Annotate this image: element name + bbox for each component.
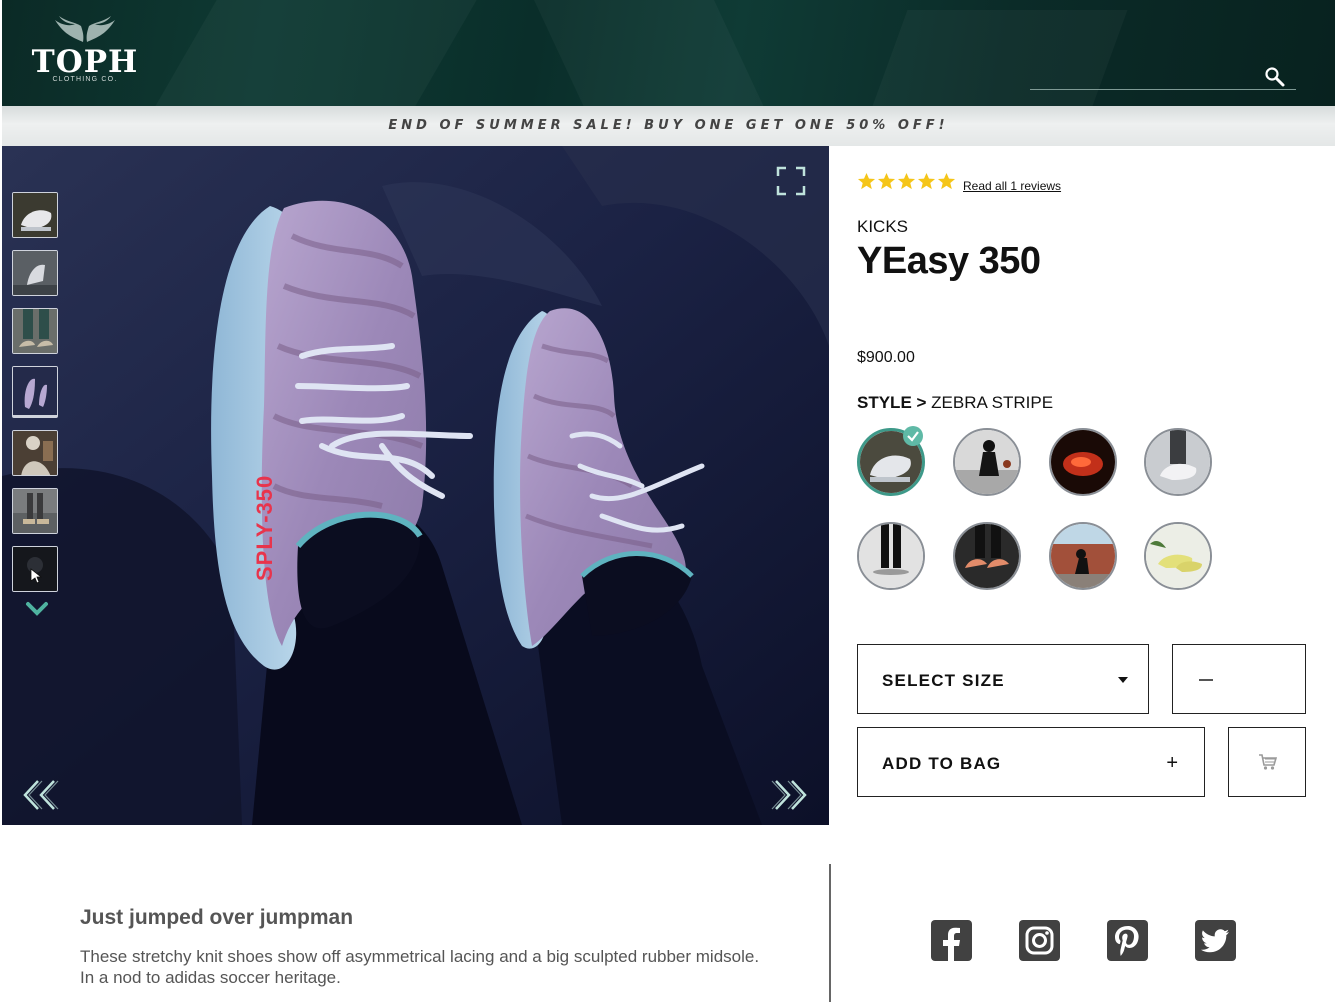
style-swatch-4[interactable]	[1144, 428, 1212, 496]
search-bar	[1030, 64, 1296, 90]
wings-icon	[55, 16, 115, 42]
style-swatch-5[interactable]	[857, 522, 925, 590]
star-icon	[857, 172, 876, 190]
thumbnail-4-active[interactable]	[12, 366, 58, 418]
thumbnail-6[interactable]	[12, 488, 58, 534]
header-decoration	[857, 10, 1128, 106]
add-to-bag-label: ADD TO BAG	[882, 754, 1002, 773]
product-price: $900.00	[857, 349, 915, 366]
description-title: Just jumped over jumpman	[80, 906, 354, 929]
product-main-image[interactable]: SPLY-350	[2, 146, 829, 825]
promo-banner: END OF SUMMER SALE! BUY ONE GET ONE 50% …	[2, 106, 1335, 146]
chevron-down-icon[interactable]	[25, 600, 49, 618]
add-to-bag-button[interactable]: ADD TO BAG +	[857, 727, 1205, 797]
quantity-selector[interactable]	[1172, 644, 1306, 714]
style-label-line: STYLE > ZEBRA STRIPE	[857, 393, 1053, 413]
shoe-print-text: SPLY-350	[252, 475, 277, 581]
site-logo[interactable]: TOPH CLOTHING CO.	[30, 14, 140, 98]
header-decoration	[525, 0, 780, 106]
select-size-label: SELECT SIZE	[882, 671, 1005, 690]
style-swatch-2[interactable]	[953, 428, 1021, 496]
style-value: ZEBRA STRIPE	[931, 393, 1054, 412]
caret-down-icon	[1118, 677, 1128, 683]
star-icon	[917, 172, 936, 190]
thumbnail-7[interactable]	[12, 546, 58, 592]
star-icon	[937, 172, 956, 190]
logo-wordmark: TOPH	[31, 44, 139, 80]
thumbnail-5[interactable]	[12, 430, 58, 476]
read-reviews-link[interactable]: Read all 1 reviews	[963, 179, 1061, 193]
star-icon	[877, 172, 896, 190]
thumbnail-3[interactable]	[12, 308, 58, 354]
double-chevron-right-icon[interactable]	[770, 778, 810, 812]
expand-icon[interactable]	[776, 166, 806, 196]
thumbnail-list	[12, 192, 62, 604]
selected-check-icon	[903, 426, 923, 446]
header-decoration	[124, 0, 499, 106]
double-chevron-left-icon[interactable]	[20, 778, 60, 812]
instagram-icon[interactable]	[1019, 920, 1060, 961]
pinterest-icon[interactable]	[1107, 920, 1148, 961]
product-brand: KICKS	[857, 217, 909, 236]
description-body: These stretchy knit shoes show off asymm…	[80, 947, 760, 987]
search-icon[interactable]	[1264, 66, 1286, 88]
product-gallery: SPLY-350	[2, 146, 829, 825]
cart-button[interactable]	[1228, 727, 1306, 797]
minus-icon	[1199, 679, 1213, 681]
style-swatch-3[interactable]	[1049, 428, 1117, 496]
style-label: STYLE >	[857, 393, 927, 412]
product-info: Read all 1 reviews KICKS YEasy 350 $900.…	[857, 146, 1327, 825]
style-swatch-7[interactable]	[1049, 522, 1117, 590]
facebook-icon[interactable]	[931, 920, 972, 961]
site-header: TOPH CLOTHING CO.	[2, 0, 1335, 106]
cart-icon	[1259, 754, 1278, 770]
select-size-dropdown[interactable]: SELECT SIZE	[857, 644, 1149, 714]
product-name: YEasy 350	[857, 240, 1041, 282]
style-swatch-8[interactable]	[1144, 522, 1212, 590]
thumbnail-1[interactable]	[12, 192, 58, 238]
plus-icon: +	[1166, 752, 1178, 774]
section-divider	[829, 864, 831, 1002]
rating-stars	[857, 172, 956, 191]
star-icon	[897, 172, 916, 190]
search-input[interactable]	[1030, 64, 1260, 88]
twitter-icon[interactable]	[1195, 920, 1236, 961]
style-swatch-6[interactable]	[953, 522, 1021, 590]
thumbnail-2[interactable]	[12, 250, 58, 296]
